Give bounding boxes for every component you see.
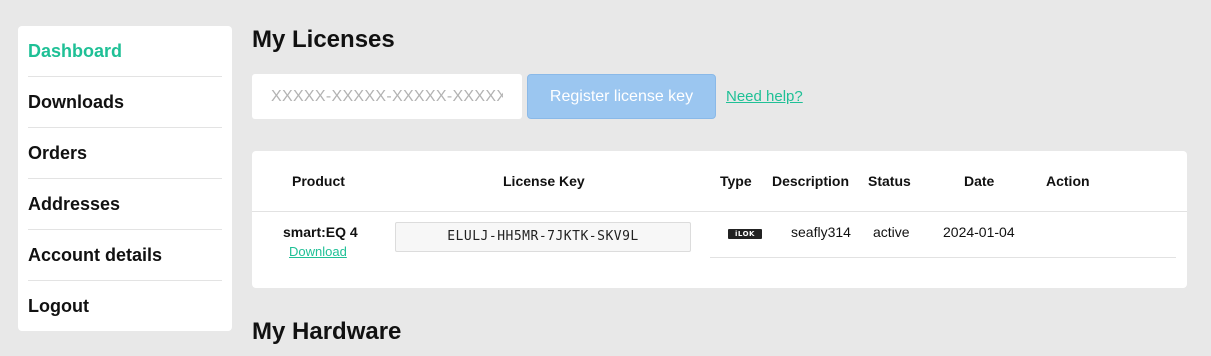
column-header-status: Status	[868, 173, 911, 189]
sidebar-item-account-details[interactable]: Account details	[28, 230, 222, 281]
product-name: smart:EQ 4	[283, 224, 358, 240]
sidebar-item-logout[interactable]: Logout	[28, 281, 222, 332]
licenses-table: Product License Key Type Description Sta…	[252, 151, 1187, 288]
download-link[interactable]: Download	[289, 244, 347, 259]
sidebar-item-orders[interactable]: Orders	[28, 128, 222, 179]
column-header-license-key: License Key	[503, 173, 585, 189]
description-value: seafly314	[791, 224, 851, 240]
row-divider	[710, 257, 1176, 258]
sidebar-item-addresses[interactable]: Addresses	[28, 179, 222, 230]
need-help-link[interactable]: Need help?	[726, 88, 803, 105]
header-divider	[252, 211, 1187, 212]
register-license-button[interactable]: Register license key	[527, 74, 716, 119]
column-header-action: Action	[1046, 173, 1090, 189]
ilok-icon: iLOK	[728, 229, 762, 239]
account-sidebar: Dashboard Downloads Orders Addresses Acc…	[18, 26, 232, 331]
column-header-date: Date	[964, 173, 995, 189]
sidebar-item-dashboard[interactable]: Dashboard	[28, 26, 222, 77]
column-header-product: Product	[292, 173, 345, 189]
license-key-value[interactable]: ELULJ-HH5MR-7JKTK-SKV9L	[395, 222, 691, 252]
column-header-description: Description	[772, 173, 850, 189]
column-header-type: Type	[720, 173, 752, 189]
hardware-section-title: My Hardware	[252, 318, 402, 345]
page-title: My Licenses	[252, 26, 395, 53]
status-value: active	[873, 224, 910, 240]
sidebar-item-downloads[interactable]: Downloads	[28, 77, 222, 128]
date-value: 2024-01-04	[943, 224, 1015, 240]
license-key-input[interactable]	[252, 74, 522, 119]
